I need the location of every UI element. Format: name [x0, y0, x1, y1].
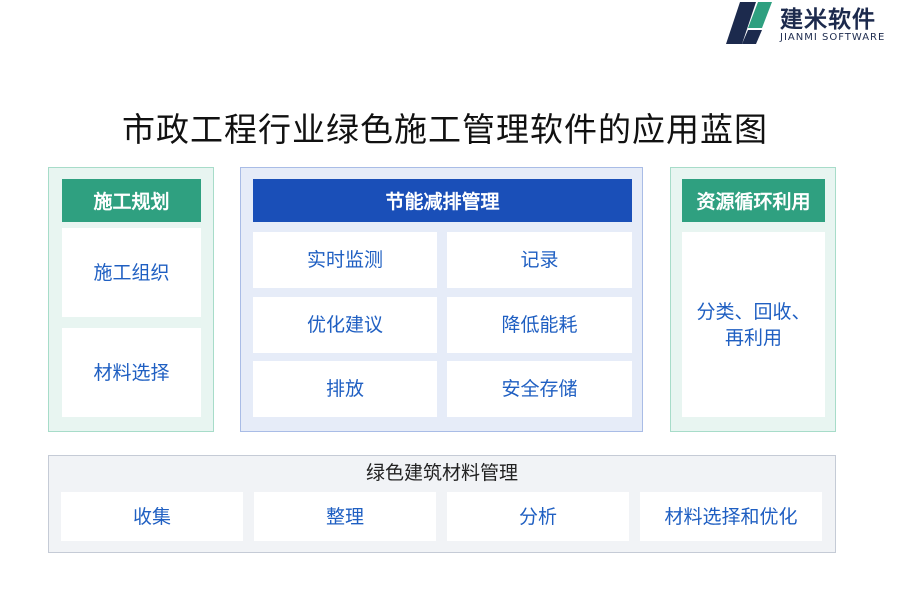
recycling-item-line2: 再利用: [724, 326, 782, 349]
brand-name-en: JIANMI SOFTWARE: [780, 32, 886, 43]
page-title: 市政工程行业绿色施工管理软件的应用蓝图: [122, 110, 768, 149]
recycling-panel: 资源循环利用 分类、回收、 再利用: [670, 167, 836, 432]
brand-logo: 建米软件 JIANMI SOFTWARE: [726, 0, 900, 46]
planning-item-organization: 施工组织: [62, 228, 201, 317]
energy-item-realtime-monitoring: 实时监测: [253, 232, 437, 288]
brand-name-cn: 建米软件: [780, 7, 876, 33]
energy-item-reduce-consumption: 降低能耗: [447, 297, 632, 353]
materials-item-organize: 整理: [254, 492, 436, 541]
energy-item-emission: 排放: [253, 361, 437, 417]
recycling-header: 资源循环利用: [682, 179, 825, 222]
energy-item-safe-storage: 安全存储: [447, 361, 632, 417]
planning-panel: 施工规划 施工组织 材料选择: [48, 167, 214, 432]
materials-item-analyze: 分析: [447, 492, 629, 541]
planning-header: 施工规划: [62, 179, 201, 222]
planning-item-material-selection: 材料选择: [62, 328, 201, 417]
materials-item-collect: 收集: [61, 492, 243, 541]
energy-item-optimization: 优化建议: [253, 297, 437, 353]
energy-item-record: 记录: [447, 232, 632, 288]
materials-header: 绿色建筑材料管理: [365, 462, 518, 484]
recycling-item: 分类、回收、 再利用: [682, 232, 825, 417]
energy-header: 节能减排管理: [253, 179, 632, 222]
recycling-item-line1: 分类、回收、: [696, 300, 811, 323]
energy-panel: 节能减排管理 实时监测 记录 优化建议 降低能耗 排放 安全存储: [240, 167, 643, 432]
materials-item-select-optimize: 材料选择和优化: [640, 492, 822, 541]
jianmi-logo-icon: [726, 2, 772, 44]
